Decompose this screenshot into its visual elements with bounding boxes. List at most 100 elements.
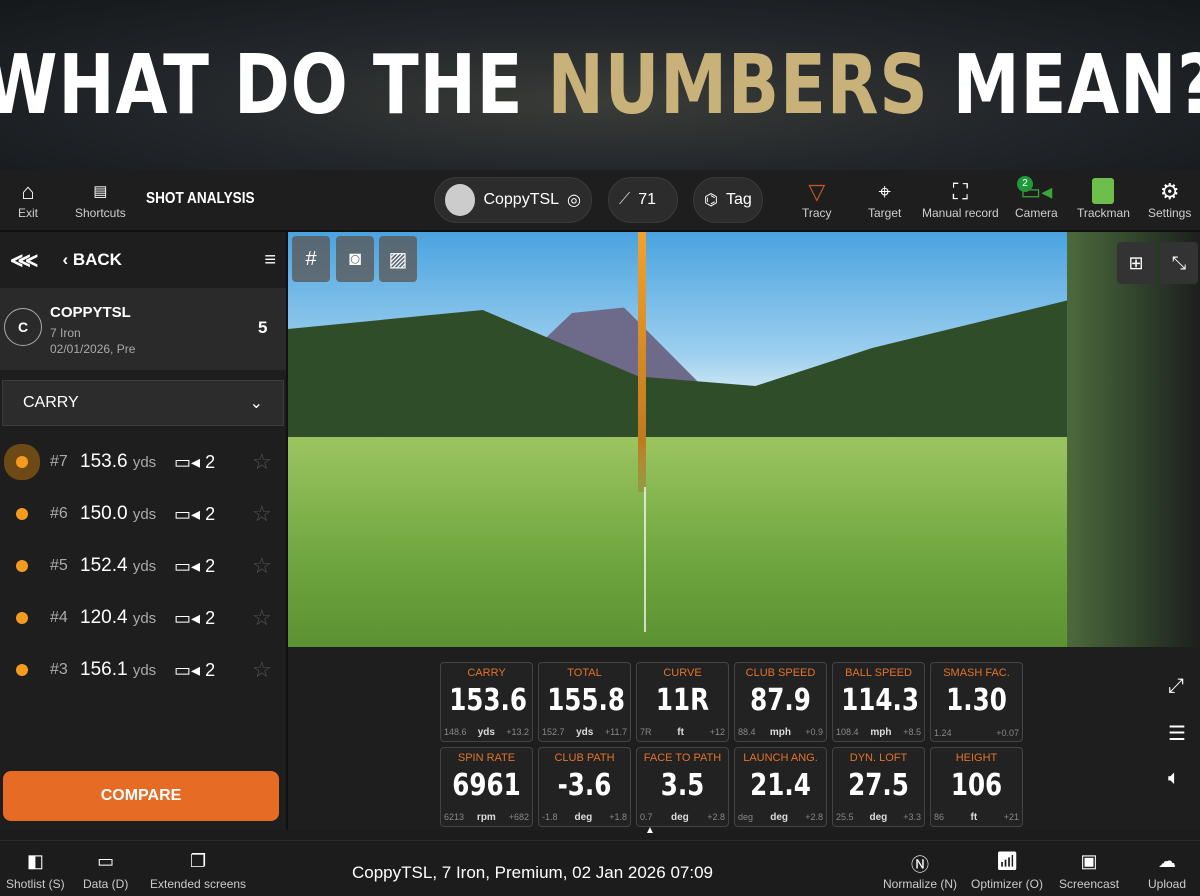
optimizer-label: Optimizer (O): [971, 877, 1043, 891]
metric-tile[interactable]: CLUB PATH -3.6 -1.8 deg +1.8: [538, 747, 631, 827]
banner-highlight: NUMBERS: [547, 37, 929, 133]
target-button[interactable]: ⌖ Target: [868, 178, 901, 220]
data-button[interactable]: ▭ Data (D): [83, 851, 128, 891]
avatar: [445, 184, 476, 216]
metric-tile[interactable]: BALL SPEED 114.3 108.4 mph +8.5: [832, 662, 925, 742]
optimizer-button[interactable]: 📶︎ Optimizer (O): [971, 851, 1043, 891]
minimize-button[interactable]: ⤡: [1160, 242, 1198, 284]
layout-button[interactable]: ⊞: [1117, 242, 1155, 284]
metric-delta: +0.07: [996, 728, 1019, 738]
metric-label: BALL SPEED: [845, 667, 912, 679]
metric-value: 87.9: [750, 683, 811, 718]
shortcuts-button[interactable]: ▤ Shortcuts: [75, 178, 126, 220]
screenshot-button[interactable]: ◙: [336, 236, 374, 282]
extended-screens-button[interactable]: ❐ Extended screens: [150, 851, 246, 891]
shot-row[interactable]: #6 150.0 yds ▭◂ 2 ☆: [0, 488, 286, 540]
metric-min: 0.7: [640, 812, 653, 822]
star-icon[interactable]: ☆: [252, 657, 272, 683]
metric-label: CLUB SPEED: [745, 667, 816, 679]
shot-row[interactable]: #7 153.6 yds ▭◂ 2 ☆: [0, 436, 286, 488]
metric-tile[interactable]: SPIN RATE 6961 6213 rpm +682: [440, 747, 533, 827]
shot-value: 120.4: [80, 607, 128, 628]
shot-videos[interactable]: ▭◂ 2: [174, 452, 215, 473]
grid-icon: #: [305, 247, 317, 270]
trackman-device-icon: [1092, 178, 1115, 206]
speaker-icon[interactable]: 🔈︎: [1168, 767, 1180, 790]
grid-layout-icon: ⊞: [1128, 252, 1144, 273]
player-club: 7 Iron: [50, 326, 81, 340]
metric-value: 114.3: [841, 683, 920, 718]
toolbar: ⌂ Exit ▤ Shortcuts SHOT ANALYSIS CoppyTSL ◎…: [0, 170, 1200, 232]
menu-icon[interactable]: ≡: [264, 249, 276, 272]
settings-button[interactable]: ⚙ Settings: [1148, 178, 1191, 220]
shotlist-button[interactable]: ◧ Shotlist (S): [6, 851, 65, 891]
screencast-button[interactable]: ▣ Screencast: [1059, 851, 1119, 891]
expand-icon[interactable]: ⤢: [1168, 675, 1184, 698]
metric-tile[interactable]: LAUNCH ANG. 21.4 deg deg +2.8: [734, 747, 827, 827]
sliders-icon[interactable]: ☰: [1168, 721, 1186, 746]
user-name: CoppyTSL: [483, 191, 560, 208]
shot-dot: [16, 612, 28, 624]
camera-badge: 2: [1017, 176, 1033, 192]
player-session: 02/01/2026, Pre: [50, 342, 136, 356]
metric-tile[interactable]: TOTAL 155.8 152.7 yds +11.7: [538, 662, 631, 742]
user-selector[interactable]: CoppyTSL ◎: [434, 177, 592, 223]
metric-min: deg: [738, 812, 754, 822]
video-icon: ▭◂: [174, 659, 201, 680]
metric-tile[interactable]: FACE TO PATH 3.5 0.7 deg +2.8: [636, 747, 729, 827]
tracy-button[interactable]: ▽ Tracy: [802, 178, 832, 220]
metric-tile[interactable]: CURVE 11R 7R ft +12: [636, 662, 729, 742]
compare-button[interactable]: COMPARE: [3, 771, 279, 821]
star-icon[interactable]: ☆: [252, 449, 272, 475]
metric-unit: rpm: [476, 812, 496, 823]
metric-dropdown[interactable]: CARRY ⌄: [2, 380, 284, 426]
metric-tile[interactable]: SMASH FAC. 1.30 1.24 +0.07: [930, 662, 1023, 742]
upload-button[interactable]: ☁ Upload: [1148, 851, 1186, 891]
back-button[interactable]: ‹ BACK: [62, 250, 122, 270]
metric-tile[interactable]: DYN. LOFT 27.5 25.5 deg +3.3: [832, 747, 925, 827]
normalize-button[interactable]: Ⓝ Normalize (N): [883, 851, 957, 891]
shot-videos[interactable]: ▭◂ 2: [174, 660, 215, 681]
club-icon: ⟋: [619, 191, 631, 208]
shot-distance: 120.4 yds: [80, 607, 156, 629]
star-icon[interactable]: ☆: [252, 501, 272, 527]
star-icon[interactable]: ☆: [252, 553, 272, 579]
shot-value: 152.4: [80, 555, 128, 576]
shot-number: #3: [50, 661, 68, 678]
tracy-icon: ▽: [808, 179, 826, 204]
metric-min: 108.4: [836, 727, 859, 737]
star-icon[interactable]: ☆: [252, 605, 272, 631]
trackman-button[interactable]: Trackman: [1077, 178, 1130, 220]
cloud-upload-icon: ☁: [1158, 851, 1177, 871]
person-frame-icon: ⛶: [952, 179, 969, 204]
metric-tile[interactable]: CLUB SPEED 87.9 88.4 mph +0.9: [734, 662, 827, 742]
camera-button[interactable]: ▭◂ 2 Camera: [1015, 176, 1058, 220]
shot-status: CoppyTSL, 7 Iron, Premium, 02 Jan 2026 0…: [352, 863, 713, 882]
tag-button[interactable]: ⌬ Tag: [693, 177, 763, 223]
shot-row[interactable]: #3 156.1 yds ▭◂ 2 ☆: [0, 644, 286, 696]
grid-button[interactable]: #: [292, 236, 330, 282]
shot-videos[interactable]: ▭◂ 2: [174, 608, 215, 629]
shot-dot: [16, 664, 28, 676]
manual-record-button[interactable]: ⛶ Manual record: [922, 178, 999, 220]
banner: WHAT DO THE NUMBERS MEAN?: [0, 0, 1200, 170]
metric-tile[interactable]: CARRY 153.6 148.6 yds +13.2: [440, 662, 533, 742]
shot-videos[interactable]: ▭◂ 2: [174, 556, 215, 577]
course-view[interactable]: # ◙ ▨: [288, 232, 1067, 647]
video-count: 2: [205, 659, 216, 680]
metric-tile[interactable]: HEIGHT 106 86 ft +21: [930, 747, 1023, 827]
shot-row[interactable]: #5 152.4 yds ▭◂ 2 ☆: [0, 540, 286, 592]
shot-row[interactable]: #4 120.4 yds ▭◂ 2 ☆: [0, 592, 286, 644]
club-selector[interactable]: ⟋ 71: [608, 177, 678, 223]
shot-videos[interactable]: ▭◂ 2: [174, 504, 215, 525]
exit-label: Exit: [18, 206, 39, 220]
exit-button[interactable]: ⌂ Exit: [18, 178, 38, 220]
metric-value: 21.4: [750, 768, 811, 803]
side-view: ⊞ ⤡: [1067, 232, 1200, 647]
expand-handle-icon[interactable]: ▲: [645, 825, 655, 836]
collapse-icon[interactable]: ⋘: [10, 248, 38, 273]
metric-label: LAUNCH ANG.: [743, 752, 818, 764]
video-count: 2: [205, 555, 216, 576]
background-button[interactable]: ▨: [379, 236, 417, 282]
screens-icon: ❐: [189, 851, 207, 871]
